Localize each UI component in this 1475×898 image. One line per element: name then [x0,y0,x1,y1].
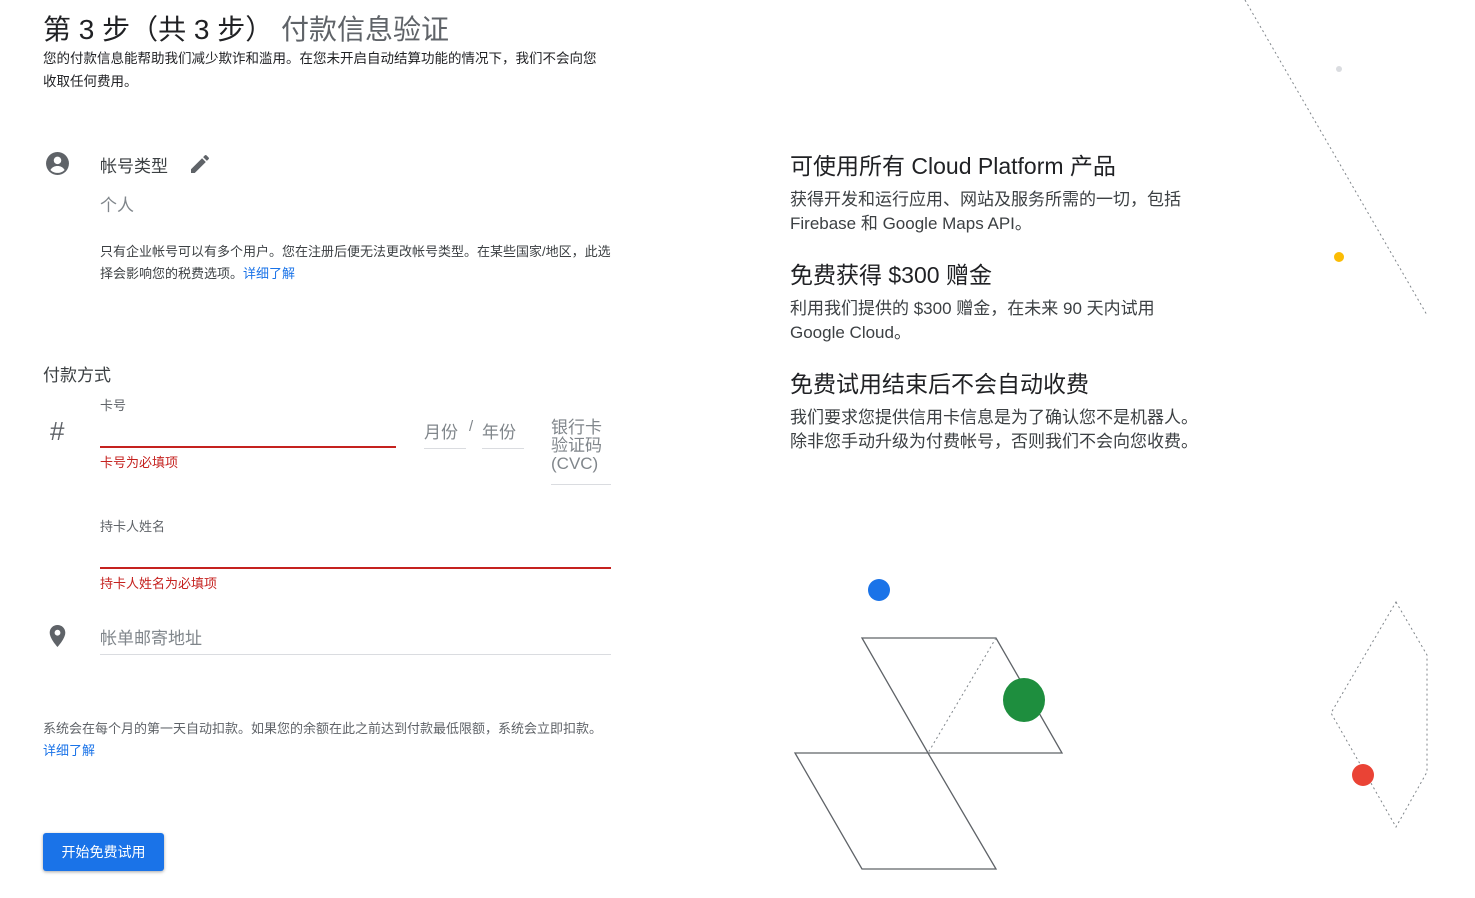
decorative-illustration [793,0,1428,870]
location-pin-icon [47,624,68,648]
account-circle-icon [45,151,70,176]
benefit-title-3: 免费试用结束后不会自动收费 [790,371,1089,397]
cvc-underline [551,484,611,485]
step-indicator: 第 3 步（共 3 步） [43,14,274,45]
cvc-placeholder-line3: (CVC) [551,454,599,473]
billing-note-text: 系统会在每个月的第一天自动扣款。如果您的余额在此之前达到付款最低限额，系统会立即… [43,721,603,736]
benefit-body-1: 获得开发和运行应用、网站及服务所需的一切，包括 Firebase 和 Googl… [790,190,1181,233]
benefit-body-2: 利用我们提供的 $300 赠金，在未来 90 天内试用 Google Cloud… [790,299,1155,342]
dotted-diagonal [927,637,997,754]
account-type-value: 个人 [100,196,134,215]
cardholder-field[interactable] [100,567,611,569]
pencil-icon[interactable] [188,152,212,176]
cvc-placeholder-line1: 银行卡 [551,418,602,437]
card-number-error: 卡号为必填项 [100,455,179,470]
red-dot [1352,764,1374,786]
parallelogram-upper [860,637,1064,754]
billing-note: 系统会在每个月的第一天自动扣款。如果您的余额在此之前达到付款最低限额，系统会立即… [43,718,613,762]
page-title: 第 3 步（共 3 步） 付款信息验证 [43,8,449,48]
benefit-body-3: 我们要求您提供信用卡信息是为了确认您不是机器人。除非您手动升级为付费帐号，否则我… [790,408,1198,451]
benefit-title-2: 免费获得 $300 赠金 [790,262,992,288]
yellow-dot [1334,252,1344,262]
account-type-label: 帐号类型 [100,157,168,176]
expiry-separator: / [469,418,474,435]
start-free-trial-button[interactable]: 开始免费试用 [43,833,164,871]
expiry-year-field[interactable]: 年份 [482,418,516,443]
step-title: 付款信息验证 [281,14,450,45]
dotted-diamond [1330,601,1428,829]
expiry-year-underline [482,448,524,449]
expiry-month-field[interactable]: 月份 [424,418,458,443]
blue-dot [868,579,890,601]
learn-more-link[interactable]: 详细了解 [243,266,295,281]
cvc-field[interactable]: 银行卡 验证码 (CVC) [551,419,611,473]
green-blob [1003,678,1045,722]
page-subtitle: 您的付款信息能帮助我们减少欺诈和滥用。在您未开启自动结算功能的情况下，我们不会向… [43,51,597,89]
gray-dot [1336,66,1342,72]
payment-method-label: 付款方式 [43,366,111,385]
parallelogram-lower [793,752,998,870]
dotted-line-top-right [1244,0,1428,316]
card-number-label: 卡号 [100,398,127,413]
card-number-field[interactable] [100,446,396,448]
billing-learn-more-link[interactable]: 详细了解 [43,743,95,758]
expiry-month-underline [424,448,466,449]
cvc-placeholder-line2: 验证码 [551,436,602,455]
cardholder-label: 持卡人姓名 [100,519,166,534]
billing-address-underline [100,654,611,655]
account-note-text: 只有企业帐号可以有多个用户。您在注册后便无法更改帐号类型。在某些国家/地区，此选… [100,244,611,281]
account-type-note: 只有企业帐号可以有多个用户。您在注册后便无法更改帐号类型。在某些国家/地区，此选… [100,241,612,285]
cardholder-error: 持卡人姓名为必填项 [100,576,218,591]
hash-icon: # [50,416,65,446]
benefit-title-1: 可使用所有 Cloud Platform 产品 [790,153,1116,179]
billing-address-field[interactable]: 帐单邮寄地址 [100,624,202,649]
